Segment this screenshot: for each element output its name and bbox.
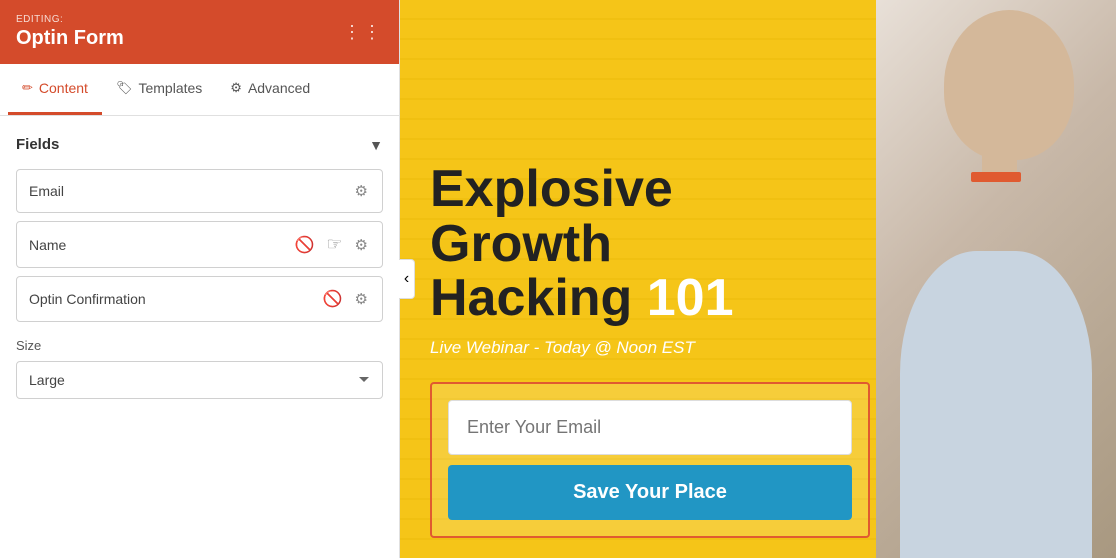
- field-optin-label: Optin Confirmation: [29, 291, 321, 307]
- person-head: [944, 10, 1074, 160]
- tab-advanced[interactable]: ⚙ Advanced: [216, 64, 324, 115]
- template-icon: 🏷: [116, 80, 133, 96]
- headline-line3-text: Hacking: [430, 269, 632, 327]
- main-headline: Explosive Growth Hacking 101: [430, 162, 1086, 326]
- field-optin-actions: 🚫 ⚙: [321, 287, 370, 311]
- field-name-actions: 🚫 ☞ ⚙: [292, 232, 370, 257]
- headline-line1: Explosive: [430, 160, 673, 218]
- eye-off-icon[interactable]: 🚫: [292, 233, 316, 257]
- email-input[interactable]: [448, 400, 852, 455]
- fields-section-title: Fields: [16, 136, 59, 153]
- tab-templates[interactable]: 🏷 Templates: [102, 64, 216, 115]
- cta-button[interactable]: Save Your Place: [448, 465, 852, 520]
- preview-content: Explosive Growth Hacking 101 Live Webina…: [400, 142, 1116, 382]
- panel-content: Fields ▼ Email ⚙ Name 🚫 ☞ ⚙ Optin Confir…: [0, 116, 399, 558]
- field-email-label: Email: [29, 183, 353, 199]
- tab-advanced-label: Advanced: [248, 80, 310, 96]
- field-email-actions: ⚙: [353, 180, 370, 202]
- size-select[interactable]: Small Medium Large Extra Large: [16, 361, 383, 399]
- size-section: Size Small Medium Large Extra Large: [16, 338, 383, 399]
- pencil-icon: ✏: [22, 80, 33, 96]
- panel-header: EDITING: Optin Form ⋮⋮: [0, 0, 399, 64]
- dots-grid-icon[interactable]: ⋮⋮: [343, 22, 383, 43]
- subheadline: Live Webinar - Today @ Noon EST: [430, 338, 1086, 358]
- optin-form-box: Save Your Place: [430, 382, 870, 538]
- right-panel: Explosive Growth Hacking 101 Live Webina…: [400, 0, 1116, 558]
- field-optin-settings-icon[interactable]: ⚙: [353, 288, 370, 310]
- tabs-bar: ✏ Content 🏷 Templates ⚙ Advanced: [0, 64, 399, 116]
- field-item-name[interactable]: Name 🚫 ☞ ⚙: [16, 221, 383, 268]
- editing-label: EDITING:: [16, 14, 124, 25]
- sliders-icon: ⚙: [230, 80, 242, 96]
- field-email-settings-icon[interactable]: ⚙: [353, 180, 370, 202]
- panel-collapse-arrow[interactable]: ‹: [399, 259, 415, 299]
- field-item-email[interactable]: Email ⚙: [16, 169, 383, 213]
- headline-line3-num: 101: [647, 269, 734, 327]
- hand-cursor-icon[interactable]: ☞: [324, 232, 344, 257]
- tab-content-label: Content: [39, 80, 88, 96]
- fields-section-header: Fields ▼: [16, 136, 383, 153]
- field-name-settings-icon[interactable]: ⚙: [353, 234, 370, 256]
- chevron-down-icon[interactable]: ▼: [369, 137, 383, 153]
- eye-off-icon-optin[interactable]: 🚫: [321, 287, 345, 311]
- optin-form-wrapper: Save Your Place: [400, 382, 1116, 538]
- size-label: Size: [16, 338, 383, 353]
- field-name-label: Name: [29, 237, 292, 253]
- panel-title: Optin Form: [16, 27, 124, 50]
- left-panel: EDITING: Optin Form ⋮⋮ ✏ Content 🏷 Templ…: [0, 0, 400, 558]
- field-item-optin[interactable]: Optin Confirmation 🚫 ⚙: [16, 276, 383, 322]
- headline-line2: Growth: [430, 215, 612, 273]
- tab-templates-label: Templates: [138, 80, 202, 96]
- header-title-group: EDITING: Optin Form: [16, 14, 124, 50]
- tab-content[interactable]: ✏ Content: [8, 64, 102, 115]
